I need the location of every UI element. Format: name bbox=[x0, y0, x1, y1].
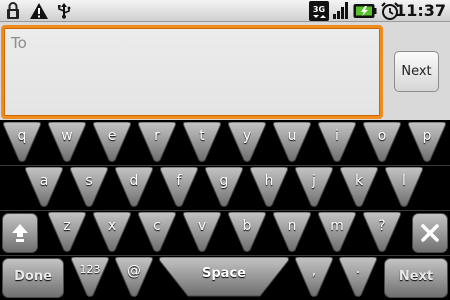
status-bar: 3G 11:37 bbox=[0, 0, 450, 22]
row-divider bbox=[0, 210, 450, 211]
key-question[interactable]: ? bbox=[362, 212, 402, 253]
key-label: m bbox=[330, 218, 344, 234]
key-label: v bbox=[197, 218, 207, 234]
key-label: a bbox=[39, 173, 49, 189]
period-key[interactable]: . bbox=[338, 257, 378, 298]
key-p[interactable]: p bbox=[407, 122, 447, 163]
key-label: Done bbox=[14, 269, 52, 284]
key-y[interactable]: y bbox=[227, 122, 267, 163]
key-label: s bbox=[85, 173, 93, 189]
comma-key[interactable]: , bbox=[294, 257, 334, 298]
key-label: n bbox=[287, 218, 297, 234]
done-key[interactable]: Done bbox=[2, 258, 64, 298]
key-label: o bbox=[377, 128, 387, 144]
key-label: u bbox=[287, 128, 297, 144]
key-k[interactable]: k bbox=[339, 167, 379, 208]
key-o[interactable]: o bbox=[362, 122, 402, 163]
key-label: r bbox=[154, 128, 160, 144]
key-label: f bbox=[176, 173, 182, 189]
key-label: q bbox=[17, 128, 27, 144]
key-a[interactable]: a bbox=[24, 167, 64, 208]
key-j[interactable]: j bbox=[294, 167, 334, 208]
key-label: h bbox=[264, 173, 274, 189]
lock-icon bbox=[6, 2, 20, 24]
soft-keyboard: q w e r t y u i o p a s d f g h j k l z x c v b n m? Done 123 @ Space… bbox=[0, 120, 450, 300]
key-label: b bbox=[242, 218, 252, 234]
key-label: Space bbox=[202, 266, 246, 281]
at-key[interactable]: @ bbox=[114, 257, 154, 298]
key-label: t bbox=[199, 128, 205, 144]
key-h[interactable]: h bbox=[249, 167, 289, 208]
key-e[interactable]: e bbox=[92, 122, 132, 163]
compose-area: To Next bbox=[0, 22, 450, 120]
to-placeholder: To bbox=[11, 34, 27, 52]
key-label: x bbox=[107, 218, 117, 234]
row-divider bbox=[0, 165, 450, 166]
key-t[interactable]: t bbox=[182, 122, 222, 163]
warning-icon bbox=[29, 2, 49, 24]
key-r[interactable]: r bbox=[137, 122, 177, 163]
signal-icon bbox=[332, 1, 350, 24]
key-label: j bbox=[312, 173, 316, 189]
key-s[interactable]: s bbox=[69, 167, 109, 208]
key-b[interactable]: b bbox=[227, 212, 267, 253]
key-label: w bbox=[61, 128, 73, 144]
key-label: @ bbox=[127, 263, 141, 279]
delete-key[interactable] bbox=[412, 213, 448, 253]
shift-key[interactable] bbox=[2, 213, 38, 253]
next-key[interactable]: Next bbox=[384, 258, 448, 298]
battery-charging-icon bbox=[353, 2, 377, 24]
key-label: k bbox=[354, 173, 364, 189]
symbols-key[interactable]: 123 bbox=[70, 257, 110, 298]
key-w[interactable]: w bbox=[47, 122, 87, 163]
key-u[interactable]: u bbox=[272, 122, 312, 163]
key-q[interactable]: q bbox=[2, 122, 42, 163]
key-x[interactable]: x bbox=[92, 212, 132, 253]
key-l[interactable]: l bbox=[384, 167, 424, 208]
key-label: l bbox=[402, 173, 406, 189]
key-n[interactable]: n bbox=[272, 212, 312, 253]
key-i[interactable]: i bbox=[317, 122, 357, 163]
svg-text:3G: 3G bbox=[313, 5, 325, 14]
key-label: i bbox=[335, 128, 339, 144]
key-label: d bbox=[129, 173, 139, 189]
key-label: Next bbox=[398, 269, 434, 284]
next-button[interactable]: Next bbox=[394, 51, 439, 92]
key-label: ? bbox=[378, 218, 386, 234]
key-label: . bbox=[355, 261, 361, 277]
key-d[interactable]: d bbox=[114, 167, 154, 208]
to-field[interactable]: To bbox=[1, 25, 383, 119]
key-label: 123 bbox=[79, 263, 101, 276]
key-z[interactable]: z bbox=[47, 212, 87, 253]
key-label: , bbox=[311, 263, 317, 279]
row-divider bbox=[0, 255, 450, 256]
key-label: y bbox=[242, 128, 252, 144]
key-f[interactable]: f bbox=[159, 167, 199, 208]
space-key[interactable]: Space bbox=[158, 257, 290, 298]
key-label: c bbox=[153, 218, 161, 234]
key-m[interactable]: m bbox=[317, 212, 357, 253]
key-label: e bbox=[107, 128, 117, 144]
status-time: 11:37 bbox=[395, 1, 446, 20]
key-v[interactable]: v bbox=[182, 212, 222, 253]
key-label: z bbox=[63, 218, 71, 234]
key-label: g bbox=[219, 173, 229, 189]
key-label: p bbox=[422, 128, 432, 144]
key-c[interactable]: c bbox=[137, 212, 177, 253]
key-g[interactable]: g bbox=[204, 167, 244, 208]
usb-icon bbox=[55, 2, 73, 24]
